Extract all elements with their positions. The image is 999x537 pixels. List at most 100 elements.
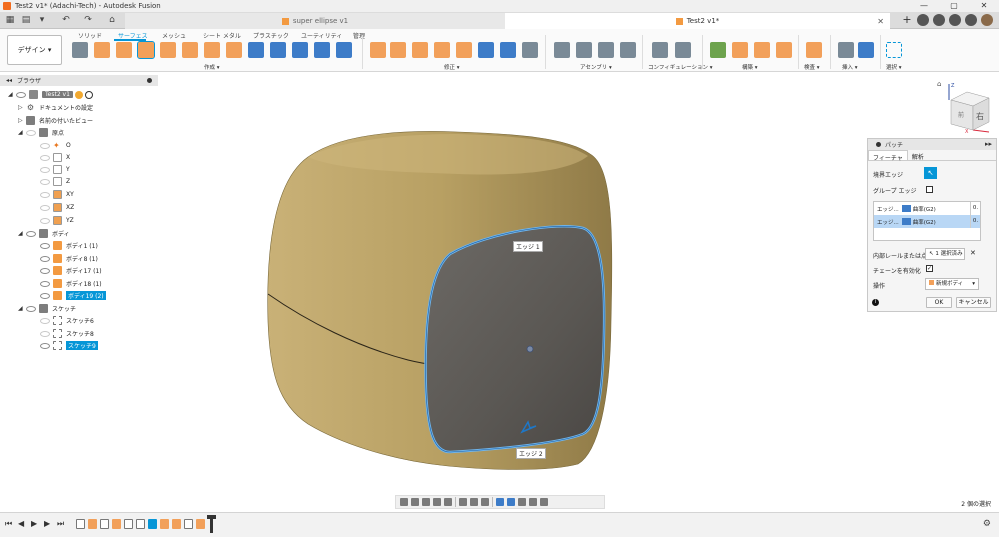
body-item[interactable]: ボディ18 (1) [40,278,102,289]
revolve-tool[interactable] [116,42,132,58]
tab-feature[interactable]: フィーチャ [868,150,908,162]
grid-settings-icon[interactable] [470,498,478,506]
body-item[interactable]: ボディ1 (1) [40,240,98,251]
split-face-tool[interactable] [412,42,428,58]
timeline-feature[interactable] [196,519,205,529]
clear-selection-icon[interactable]: ✕ [970,249,976,257]
cancel-button[interactable]: キャンセル [956,297,991,308]
go-to-start-icon[interactable]: ⏮ [5,519,12,529]
form-tool[interactable] [336,42,352,58]
body-item[interactable]: ボディ17 (1) [40,265,102,276]
sweep-tool[interactable] [160,42,176,58]
browser-node-sketches[interactable]: ◢ スケッチ [18,303,76,314]
insert-canvas-tool[interactable] [858,42,874,58]
expand-triangle-icon[interactable]: ◢ [8,91,16,98]
group-modify[interactable]: 修正 ▾ [444,63,460,71]
visibility-eye-icon[interactable] [16,91,26,98]
close-window-button[interactable]: ✕ [969,0,999,12]
mirror-tool[interactable] [314,42,330,58]
ok-button[interactable]: OK [926,297,952,308]
timeline-feature[interactable] [184,519,193,529]
measure-tool[interactable] [806,42,822,58]
browser-node-document-settings[interactable]: ▷ ⚙ ドキュメントの設定 [18,102,93,113]
job-status-icon[interactable] [933,14,945,26]
visibility-eye-icon[interactable] [40,342,50,349]
body-item[interactable]: ボディ8 (1) [40,253,98,264]
fit-icon[interactable] [444,498,452,506]
visibility-eye-icon[interactable] [26,230,36,237]
loft-tool[interactable] [182,42,198,58]
look-at-icon[interactable] [411,498,419,506]
new-component-tool[interactable] [554,42,570,58]
redo-icon[interactable]: ↷ [82,15,94,26]
expand-triangle-icon[interactable]: ◢ [18,305,26,312]
browser-node-origin[interactable]: ◢ 原点 [18,127,64,138]
help-icon[interactable] [965,14,977,26]
maximize-button[interactable]: ▢ [939,0,969,12]
visibility-eye-icon[interactable] [40,330,50,337]
ribbon-tab-manage[interactable]: 管理 [353,31,365,40]
notifications-icon[interactable] [949,14,961,26]
interior-point-marker[interactable] [526,345,534,353]
expand-triangle-icon[interactable]: ▷ [18,117,26,124]
origin-item-z[interactable]: Z [40,176,70,187]
sketch-item[interactable]: スケッチ6 [40,315,94,326]
visibility-eye-icon[interactable] [40,142,50,149]
plane-at-angle-tool[interactable] [732,42,748,58]
viewports-icon[interactable] [481,498,489,506]
as-built-joint-tool[interactable] [598,42,614,58]
visibility-eye-icon[interactable] [40,242,50,249]
warning-badge-icon[interactable] [74,90,83,99]
pattern-tool[interactable] [292,42,308,58]
timeline-feature-sketch[interactable] [100,519,109,529]
dialog-collapse-icon[interactable]: ▸▸ [985,140,992,148]
visibility-eye-icon[interactable] [40,317,50,324]
sketch-item-selected[interactable]: スケッチ9 [40,340,98,351]
extrude-tool[interactable] [94,42,110,58]
visibility-eye-icon[interactable] [40,267,50,274]
origin-item-xy[interactable]: XY [40,189,74,200]
select-tool[interactable] [886,42,902,58]
offset-tool[interactable] [226,42,242,58]
visibility-eye-icon[interactable] [40,292,50,299]
pan-icon[interactable] [422,498,430,506]
create-sketch-tool[interactable] [72,42,88,58]
hidden-edges-view-icon[interactable] [529,498,537,506]
timeline-settings-gear-icon[interactable]: ⚙ [983,519,991,529]
browser-collapse-icon[interactable]: ◂◂ [6,77,12,84]
boundary-edges-select-button[interactable]: ↖ [924,167,937,179]
shaded-view-icon[interactable] [496,498,504,506]
timeline-feature[interactable] [88,519,97,529]
timeline-feature-sketch[interactable] [124,519,133,529]
visibility-eye-icon[interactable] [40,280,50,287]
info-icon[interactable]: i [872,299,879,306]
edge-weight-value[interactable]: 0. [970,215,980,228]
ribbon-tab-mesh[interactable]: メッシュ [162,31,186,40]
thicken-tool[interactable] [248,42,264,58]
browser-node-named-views[interactable]: ▷ 名前の付いたビュー [18,115,93,126]
go-to-end-icon[interactable]: ⏭ [57,519,64,529]
sketch-item[interactable]: スケッチ8 [40,328,94,339]
step-back-icon[interactable]: ◀ [18,519,24,528]
step-forward-icon[interactable]: ▶ [44,519,50,528]
origin-item-o[interactable]: ✦ O [40,140,71,151]
edge-weight-value[interactable]: 0. [970,202,980,215]
display-settings-icon[interactable] [459,498,467,506]
tangent-plane-tool[interactable] [754,42,770,58]
expand-triangle-icon[interactable]: ◢ [18,230,26,237]
operation-dropdown[interactable]: 新規ボディ ▾ [925,278,979,290]
reverse-normal-tool[interactable] [500,42,516,58]
root-component[interactable]: ◢ Test2 v1 [8,89,93,100]
orbit-icon[interactable] [400,498,408,506]
visibility-eye-icon[interactable] [40,166,50,173]
configure-tool[interactable] [652,42,668,58]
visibility-eye-icon[interactable] [40,191,50,198]
visibility-eye-icon[interactable] [40,204,50,211]
ruled-tool[interactable] [204,42,220,58]
timeline-feature-sketch[interactable] [76,519,85,529]
group-edges-checkbox[interactable] [926,186,933,193]
timeline-feature-selected[interactable] [148,519,157,529]
expand-triangle-icon[interactable]: ▷ [18,104,26,111]
insert-derive-tool[interactable] [838,42,854,58]
ribbon-tab-sheet-metal[interactable]: シート メタル [203,31,241,40]
